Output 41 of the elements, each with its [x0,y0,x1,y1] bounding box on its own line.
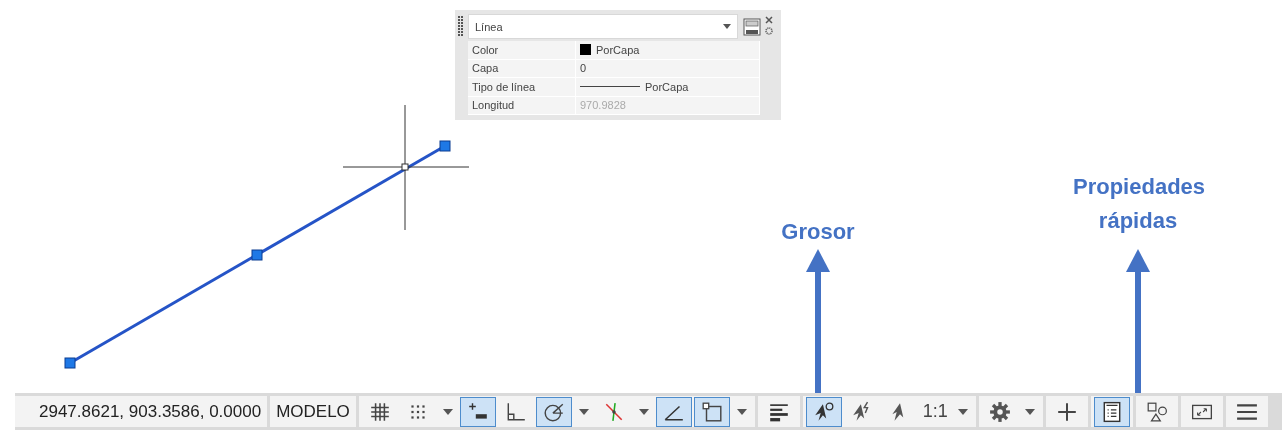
annotation-visibility-button[interactable] [805,396,842,427]
property-value: 970.9828 [576,96,760,115]
settings-icon [988,400,1011,423]
caret-icon [957,408,968,415]
caret-icon [638,408,649,415]
property-label: Longitud [468,96,576,115]
grid-icon [368,400,391,423]
linetype-sample [580,85,640,89]
save-icon[interactable] [743,17,761,36]
value-text: PorCapa [645,79,689,95]
property-label: Capa [468,59,576,78]
object-type-dropdown[interactable]: Línea [468,14,738,39]
grip-handle[interactable] [251,249,263,261]
caret-icon [578,408,589,415]
grip-handle[interactable] [439,140,451,152]
infer-button[interactable] [459,396,496,427]
shapes-icon [1145,400,1168,423]
scale-button[interactable]: 1:1 [919,396,951,427]
quick-properties-button[interactable] [1093,396,1130,427]
caret-icon [442,408,453,415]
caret-icon [1024,408,1035,415]
property-value[interactable]: 0 [576,59,760,78]
tracking-button[interactable] [655,396,692,427]
snap-square-icon [700,400,723,423]
caret-icon [723,24,731,29]
callout-label: Grosor [781,218,855,246]
polar-button[interactable] [535,396,572,427]
plus-icon [1055,400,1078,423]
object-type-text: Línea [475,20,503,33]
grip-handle[interactable] [64,357,76,369]
property-label: Tipo de línea [468,78,576,97]
settings-icon[interactable] [765,27,773,35]
drag-handle-icon[interactable] [458,16,464,36]
object-snap-button[interactable] [693,396,730,427]
value-text: PorCapa [596,42,640,58]
callout-label: Propiedades rápidas [1073,173,1203,235]
close-icon[interactable] [765,16,773,24]
model-space-button[interactable]: MODELO [270,396,356,427]
coordinates-readout: 2947.8621, 903.3586, 0.0000 [15,396,268,427]
caret-icon [736,408,747,415]
property-label: Color [468,41,576,60]
